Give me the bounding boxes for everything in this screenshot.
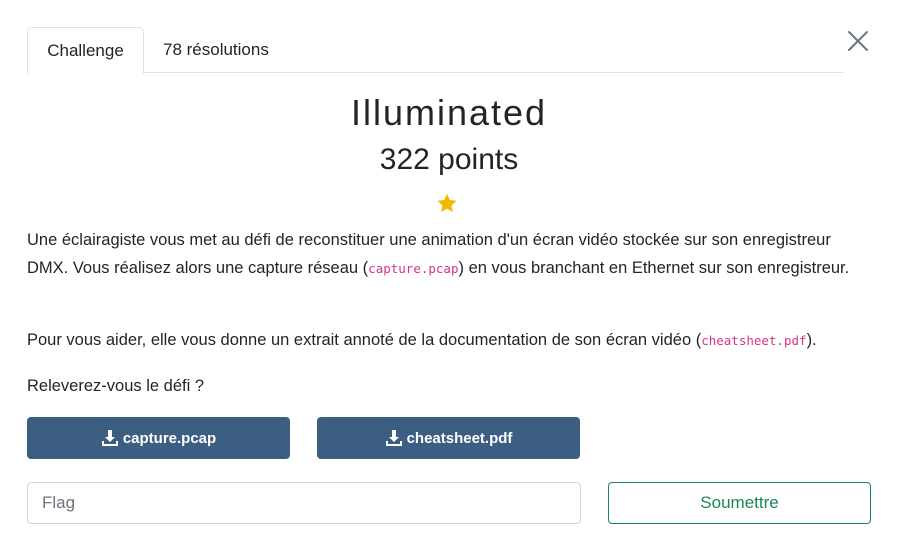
tab-bar: Challenge 78 résolutions [27,27,844,74]
close-icon[interactable] [846,29,870,53]
download-label: cheatsheet.pdf [406,429,513,447]
inline-filename: cheatsheet.pdf [701,333,807,348]
challenge-modal: Challenge 78 résolutions Illuminated 322… [0,0,898,551]
challenge-points: 322 points [379,143,519,176]
download-label: capture.pcap [122,429,217,447]
download-cheatsheet-button[interactable]: cheatsheet.pdf [317,417,580,459]
description-paragraph: Releverez-vous le défi ? [27,377,205,395]
download-capture-button[interactable]: capture.pcap [27,417,290,459]
tab-challenge[interactable]: Challenge [27,27,144,74]
description-paragraph: Pour vous aider, elle vous donne un extr… [27,331,817,349]
challenge-title: Illuminated [350,92,548,133]
star-icon [436,193,458,214]
submit-button[interactable]: Soumettre [608,482,871,524]
inline-filename: capture.pcap [368,261,459,276]
flag-input[interactable] [27,482,581,524]
description-paragraph: Une éclairagiste vous met au défi de rec… [27,231,850,277]
tab-resolutions[interactable]: 78 résolutions [145,27,287,73]
download-icon [101,430,119,446]
download-icon [385,430,403,446]
